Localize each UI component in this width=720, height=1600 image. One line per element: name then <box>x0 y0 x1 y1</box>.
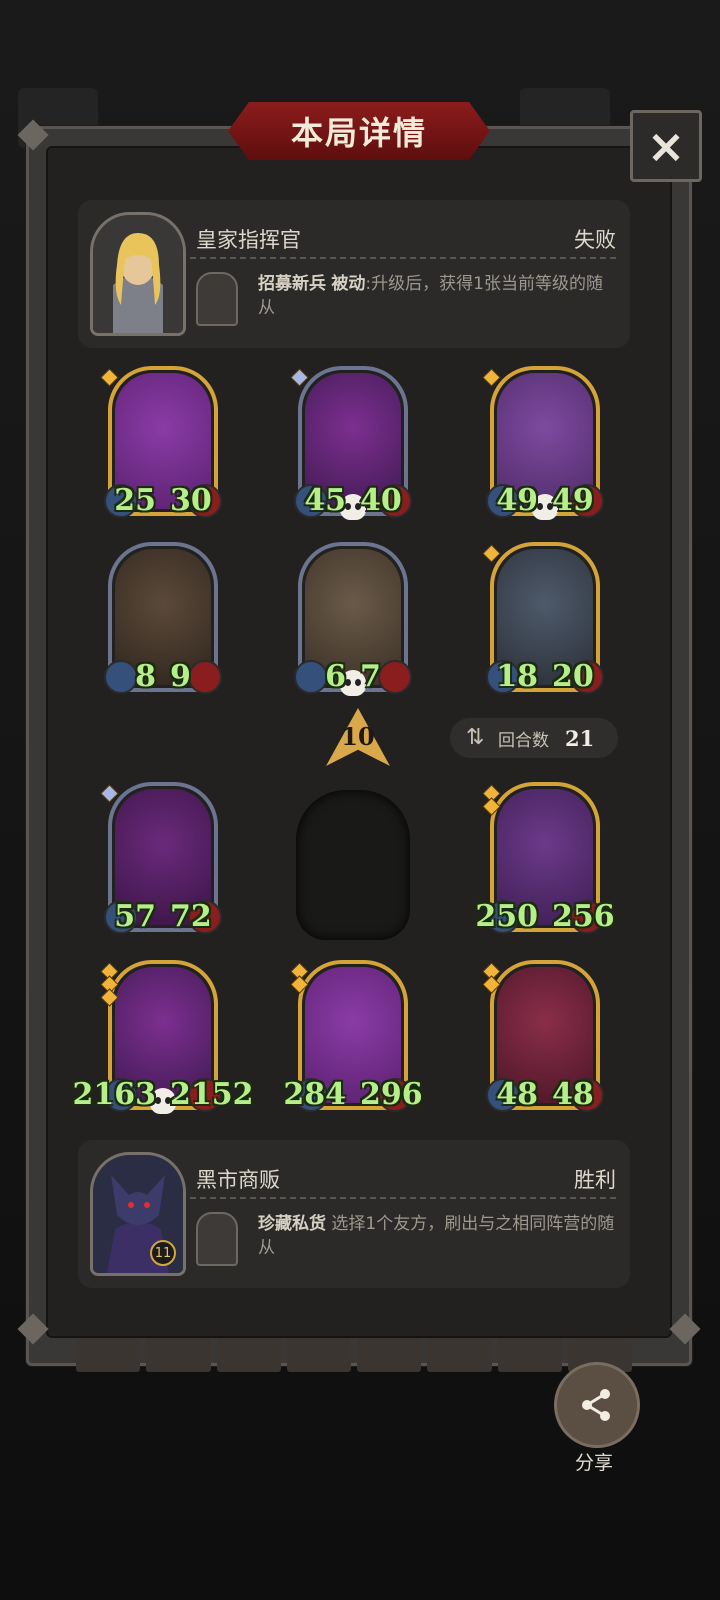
minion-health: 9 <box>170 659 191 694</box>
tavern-level-indicator: 10 <box>326 708 390 766</box>
background-minion-strip <box>76 1338 632 1372</box>
close-button[interactable]: × <box>630 110 702 182</box>
panel-title-ribbon: 本局详情 <box>224 98 494 164</box>
hero-power-type: 被动 <box>331 274 366 294</box>
hero-power-level-badge: 11 <box>150 1240 176 1266</box>
upgrade-stars <box>291 963 308 993</box>
minion-card[interactable]: 250 256 <box>475 782 615 934</box>
minion-attack: 8 <box>135 659 156 694</box>
empty-minion-slot <box>296 790 410 940</box>
minion-card[interactable]: 25 30 <box>101 366 222 518</box>
share-icon <box>582 1389 610 1421</box>
minion-card[interactable]: 48 48 <box>483 960 604 1112</box>
divider <box>190 257 616 259</box>
minion-health: 72 <box>170 899 212 934</box>
minion-health: 2152 <box>170 1077 254 1112</box>
player-hero-power-text: 珍藏私货 选择1个友方，刷出与之相同阵营的随从 <box>258 1212 618 1260</box>
minion-attack: 49 <box>496 483 538 518</box>
star-icon <box>483 798 500 815</box>
attack-gem <box>104 660 138 694</box>
opponent-row: 皇家指挥官 失败 招募新兵 被动:升级后，获得1张当前等级的随从 <box>78 200 630 348</box>
upgrade-stars <box>101 785 118 802</box>
minion-attack: 48 <box>496 1077 538 1112</box>
minion-card[interactable]: 18 20 <box>483 542 604 694</box>
opponent-name: 皇家指挥官 <box>196 228 301 252</box>
opponent-result: 失败 <box>574 228 616 252</box>
upgrade-stars <box>101 963 118 1006</box>
upgrade-stars <box>291 369 308 386</box>
minion-health: 7 <box>360 659 381 694</box>
close-icon: × <box>646 119 686 173</box>
minion-health: 256 <box>552 899 615 934</box>
minion-health: 296 <box>360 1077 423 1112</box>
star-icon <box>291 369 308 386</box>
minion-health: 49 <box>552 483 594 518</box>
star-icon <box>483 976 500 993</box>
minion-attack: 284 <box>283 1077 346 1112</box>
minion-card[interactable]: 284 296 <box>283 960 423 1112</box>
minion-card[interactable]: 89 <box>104 542 222 694</box>
minion-attack: 250 <box>475 899 538 934</box>
hero-power-icon[interactable] <box>196 272 238 326</box>
rounds-counter: ⇅ 回合数 21 <box>450 718 618 758</box>
minion-health: 48 <box>552 1077 594 1112</box>
star-icon <box>483 369 500 386</box>
minion-card[interactable]: 57 72 <box>101 782 222 934</box>
star-icon <box>291 976 308 993</box>
hero-power-name: 珍藏私货 <box>258 1214 326 1234</box>
star-icon <box>483 545 500 562</box>
share-label: 分享 <box>574 1452 613 1474</box>
upgrade-stars <box>483 785 500 815</box>
minion-attack: 57 <box>114 899 156 934</box>
opponent-portrait[interactable] <box>90 212 186 336</box>
tavern-level: 10 <box>341 722 375 751</box>
minion-attack: 6 <box>325 659 346 694</box>
health-gem <box>188 660 222 694</box>
player-result: 胜利 <box>574 1168 616 1192</box>
minion-card[interactable]: 45 40 <box>291 366 412 520</box>
minion-attack: 2163 <box>72 1077 157 1112</box>
hero-power-name: 招募新兵 <box>258 274 326 294</box>
minion-attack: 25 <box>114 483 156 518</box>
share-button[interactable] <box>554 1362 640 1448</box>
upgrade-stars <box>483 369 500 386</box>
upgrade-stars <box>101 369 118 386</box>
minion-health: 20 <box>552 659 594 694</box>
minion-health: 40 <box>360 483 402 518</box>
rounds-label: 回合数 <box>498 730 549 751</box>
star-icon <box>101 989 118 1006</box>
minion-card[interactable]: 67 <box>294 542 412 696</box>
cycle-icon: ⇅ <box>466 725 485 750</box>
opponent-hero-power-text: 招募新兵 被动:升级后，获得1张当前等级的随从 <box>258 272 618 320</box>
hero-power-icon[interactable] <box>196 1212 238 1266</box>
panel-title: 本局详情 <box>290 114 427 152</box>
minion-attack: 18 <box>496 659 538 694</box>
upgrade-stars <box>483 963 500 993</box>
minion-attack: 45 <box>304 483 346 518</box>
health-gem <box>378 660 412 694</box>
star-icon <box>101 785 118 802</box>
upgrade-stars <box>483 545 500 562</box>
minion-health: 30 <box>170 483 212 518</box>
rounds-value: 21 <box>565 725 595 751</box>
divider <box>190 1197 616 1199</box>
minion-card[interactable]: 2163 2152 <box>73 960 254 1114</box>
attack-gem <box>294 660 328 694</box>
player-name: 黑市商贩 <box>196 1168 280 1192</box>
star-icon <box>101 369 118 386</box>
minion-card[interactable]: 49 49 <box>483 366 604 520</box>
